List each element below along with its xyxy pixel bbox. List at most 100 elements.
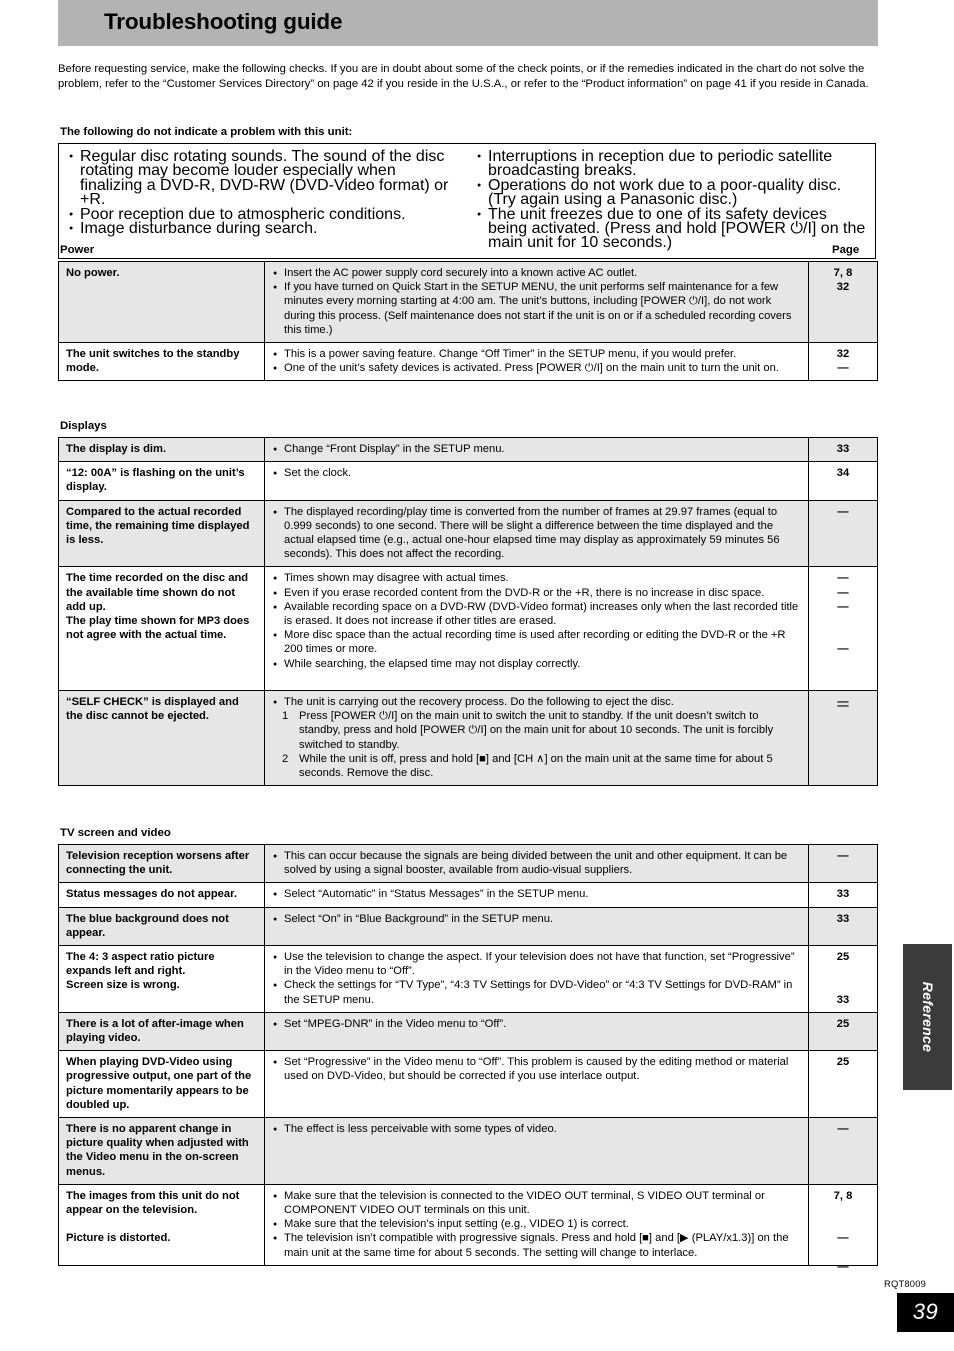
page-ref: — — [837, 700, 849, 713]
symptom-line: The unit switches to the standby mode. — [66, 348, 240, 375]
document-code: RQT8009 — [884, 1278, 927, 1289]
page-ref-cell: 32— — [808, 342, 878, 382]
bullet-item: Insert the AC power supply cord securely… — [273, 266, 802, 282]
page-ref: — — [837, 850, 849, 862]
table-tv-screen-and-video: Television reception worsens after conne… — [58, 843, 878, 1273]
page-ref: 33 — [836, 888, 850, 901]
remedy-list: Change “Front Display” in the SETUP menu… — [273, 442, 802, 458]
remedy-list: The displayed recording/play time is con… — [273, 505, 802, 562]
page-title: Troubleshooting guide — [104, 9, 343, 34]
table-row: The time recorded on the disc and the av… — [58, 566, 878, 712]
remedy-cell: Make sure that the television is connect… — [264, 1183, 809, 1266]
table-row: The 4: 3 aspect ratio picture expands le… — [58, 945, 878, 1013]
bullet-item: Check the settings for “TV Type”, “4:3 T… — [273, 978, 802, 1006]
symptom-cell: When playing DVD-Video using progressive… — [58, 1050, 265, 1119]
symptom-cell: “SELF CHECK” is displayed and the disc c… — [58, 690, 265, 787]
remedy-list: This can occur because the signals are b… — [273, 849, 802, 877]
bullet-item: The unit is carrying out the recovery pr… — [273, 695, 802, 711]
bullet-item: The television isn’t compatible with pro… — [273, 1231, 802, 1259]
page-ref: 34 — [836, 467, 850, 480]
bullet-item: More disc space than the actual recordin… — [273, 628, 802, 656]
symptom-line: The blue background does not appear. — [66, 912, 229, 939]
symptom-cell: Compared to the actual recorded time, th… — [58, 499, 265, 568]
remedy-cell: Use the television to change the aspect.… — [264, 945, 809, 1013]
section-heading-displays: Displays — [60, 420, 107, 433]
bullet-item: Times shown may disagree with actual tim… — [273, 571, 802, 587]
table-power: No power. Insert the AC power supply cord… — [58, 260, 878, 382]
page-ref-cell: 33 — [808, 436, 878, 463]
remedy-list: Select “On” in “Blue Background” in the … — [273, 912, 802, 928]
table-row: Status messages do not appear. Select “Au… — [58, 882, 878, 908]
remedy-list: The effect is less perceivable with some… — [273, 1122, 802, 1138]
symptom-line: The 4: 3 aspect ratio picture expands le… — [66, 951, 215, 978]
bullet-item: While searching, the elapsed time may no… — [273, 657, 802, 673]
symptom-line: Screen size is wrong. — [66, 979, 180, 992]
no-problem-right-list: Interruptions in reception due to period… — [477, 149, 867, 251]
document-page: Troubleshooting guide Before requesting … — [0, 0, 954, 1351]
symptom-cell: There is a lot of after-image when playi… — [58, 1011, 265, 1052]
table-row: The display is dim. Change “Front Display… — [58, 436, 878, 463]
no-problem-box: Regular disc rotating sounds. The sound … — [58, 143, 876, 259]
remedy-cell: Select “On” in “Blue Background” in the … — [264, 906, 809, 947]
bullet-item: Interruptions in reception due to period… — [477, 149, 867, 179]
table-row: Television reception worsens after conne… — [58, 843, 878, 884]
no-problem-left-list: Regular disc rotating sounds. The sound … — [69, 149, 459, 238]
symptom-cell: The time recorded on the disc and the av… — [58, 566, 265, 692]
symptom-line: Picture is distorted. — [66, 1232, 171, 1245]
symptom-cell: The 4: 3 aspect ratio picture expands le… — [58, 945, 265, 1013]
symptom-cell: Television reception worsens after conne… — [58, 843, 265, 884]
step-item: Press [POWER ⏻/I] on the main unit to sw… — [282, 709, 774, 751]
bullet-item: Set “Progressive” in the Video menu to “… — [273, 1055, 802, 1083]
remedy-list: Use the television to change the aspect.… — [273, 950, 802, 1007]
symptom-line: The play time shown for MP3 does not agr… — [66, 615, 250, 642]
bullet-item: Even if you erase recorded content from … — [273, 586, 802, 602]
bullet-item: Set the clock. — [273, 466, 802, 482]
bullet-item: Image disturbance during search. — [69, 220, 459, 237]
page-ref-cell: 25 — [808, 1011, 878, 1052]
page-ref-cell: 33 — [808, 906, 878, 947]
page-ref: 33 — [836, 912, 850, 925]
table-row: When playing DVD-Video using progressive… — [58, 1050, 878, 1119]
page-ref: — — [837, 586, 849, 599]
table-row: There is no apparent change in picture q… — [58, 1117, 878, 1185]
remedy-cell: The effect is less perceivable with some… — [264, 1117, 809, 1185]
page-ref-cell: 7, 8 32 — [808, 260, 878, 344]
symptom-cell: “12: 00A” is flashing on the unit’s disp… — [58, 461, 265, 501]
bullet-item: Select “On” in “Blue Background” in the … — [273, 912, 802, 928]
symptom-line: Compared to the actual recorded time, th… — [66, 505, 250, 547]
remedy-list: The unit is carrying out the recovery pr… — [273, 695, 802, 711]
side-tab-label: Reference — [919, 981, 936, 1053]
remedy-cell: Change “Front Display” in the SETUP menu… — [264, 436, 809, 463]
page-ref: — — [837, 1123, 849, 1136]
remedy-list: Set the clock. — [273, 466, 802, 482]
symptom-cell: The unit switches to the standby mode. — [58, 342, 265, 382]
no-problem-right-column: Interruptions in reception due to period… — [467, 149, 875, 251]
bullet-item: Set “MPEG-DNR” in the Video menu to “Off… — [273, 1017, 802, 1033]
page-ref: 33 — [836, 993, 850, 1006]
table-displays: The display is dim. Change “Front Display… — [58, 436, 878, 787]
table-row: No power. Insert the AC power supply cord… — [58, 260, 878, 344]
page-ref: 25 — [836, 1056, 850, 1069]
side-tab-reference: Reference — [903, 944, 952, 1090]
remedy-cell: This is a power saving feature. Change “… — [264, 342, 809, 382]
remedy-list: Set “MPEG-DNR” in the Video menu to “Off… — [273, 1017, 802, 1033]
table-row: Compared to the actual recorded time, th… — [58, 499, 878, 568]
section-title: Power — [60, 244, 95, 256]
symptom-cell: The images from this unit do not appear … — [58, 1183, 265, 1266]
page-ref: — — [837, 643, 849, 656]
bullet-item: Change “Front Display” in the SETUP menu… — [273, 442, 802, 458]
step-item: While the unit is off, press and hold [■… — [282, 752, 773, 780]
bullet-item: This can occur because the signals are b… — [273, 849, 802, 877]
symptom-cell: Status messages do not appear. — [58, 882, 265, 908]
remedy-cell: Insert the AC power supply cord securely… — [264, 260, 809, 344]
section-title: Displays — [60, 420, 107, 432]
page-ref: — — [837, 1232, 849, 1245]
section-title: TV screen and video — [60, 827, 171, 839]
remedy-cell: Set “Progressive” in the Video menu to “… — [264, 1050, 809, 1119]
page-ref: — — [837, 505, 849, 518]
page-ref: — — [837, 600, 849, 613]
remedy-cell: Set the clock. — [264, 461, 809, 501]
page-number: 39 — [912, 1299, 939, 1324]
symptom-line: “SELF CHECK” is displayed and the disc c… — [66, 696, 239, 723]
page-ref: 7, 8 — [833, 1189, 853, 1202]
